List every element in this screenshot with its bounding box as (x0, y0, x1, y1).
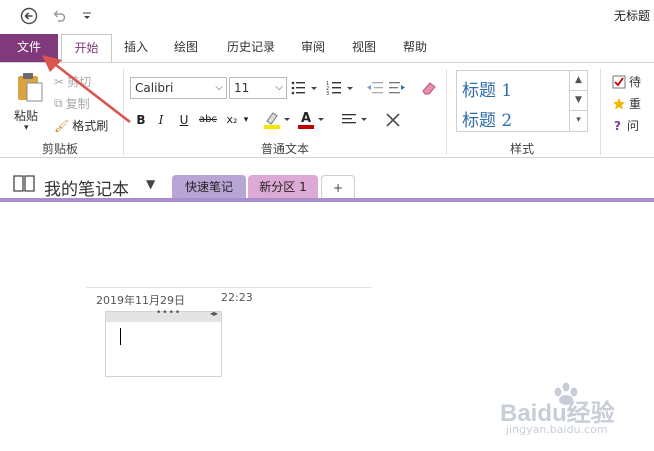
style-heading-2[interactable]: 标题 2 (462, 106, 512, 131)
tab-draw[interactable]: 绘图 (168, 34, 204, 62)
star-icon (613, 97, 625, 109)
tag-question-label: 问 (626, 119, 639, 133)
delete-button[interactable] (383, 110, 403, 130)
clear-formatting-button[interactable] (420, 79, 438, 97)
numbering-button[interactable]: 1 2 3 (326, 79, 356, 97)
tag-important[interactable]: 重 (612, 95, 641, 112)
font-size-value: 11 (234, 81, 250, 95)
font-name-value: Calibri (135, 81, 174, 95)
underline-button[interactable]: U (176, 111, 192, 129)
tab-history[interactable]: 历史记录 (220, 34, 282, 62)
window-title: 无标题 (613, 9, 650, 23)
font-color-button[interactable]: A (296, 109, 326, 131)
subscript-button[interactable]: x₂ (223, 111, 241, 129)
highlighter-icon (264, 112, 290, 129)
note-container[interactable]: •••• ◂▸ (105, 308, 222, 377)
annotation-arrow (42, 55, 131, 124)
highlight-button[interactable] (262, 109, 292, 131)
chevron-down-icon: ⌵ (275, 82, 283, 93)
gallery-scroll: ▲ ▼ ▾ (569, 71, 587, 131)
notebook-name[interactable]: 我的笔记本 (44, 175, 129, 200)
styles-group-label: 样式 (509, 142, 534, 156)
decrease-indent-button[interactable] (366, 79, 384, 97)
outdent-icon (367, 82, 383, 94)
tag-todo-label: 待 (629, 75, 642, 89)
chevron-down-icon[interactable]: ▼ (146, 177, 155, 191)
increase-indent-button[interactable] (388, 79, 406, 97)
title-bar: 无标题 (0, 0, 654, 32)
undo-icon (53, 10, 66, 22)
group-divider (600, 69, 601, 155)
style-heading-1[interactable]: 标题 1 (462, 76, 512, 101)
chevron-down-icon: ⌵ (215, 82, 223, 93)
numbered-list-icon: 1 2 3 (326, 81, 353, 97)
font-size-combo[interactable]: 11 ⌵ (229, 77, 287, 99)
baidu-watermark: Baidu经验 jingyan.baidu.com (498, 378, 648, 448)
svg-text:3: 3 (326, 91, 329, 97)
chevron-down-icon (83, 12, 91, 19)
watermark-url: jingyan.baidu.com (506, 423, 608, 436)
strikethrough-button[interactable]: abc (196, 111, 220, 129)
font-color-icon: A (298, 111, 324, 129)
more-icon[interactable]: ▾ (570, 111, 587, 131)
align-button[interactable] (340, 109, 370, 131)
align-left-icon (342, 114, 367, 124)
bullet-list-icon (291, 81, 317, 95)
tag-important-label: 重 (629, 97, 642, 111)
page-title-line[interactable] (86, 287, 372, 288)
customize-toolbar-button[interactable] (76, 6, 98, 26)
group-divider (446, 69, 447, 155)
svg-text:A: A (301, 111, 311, 126)
eraser-icon (422, 82, 436, 95)
checkbox-icon (612, 75, 626, 88)
undo-button[interactable] (48, 6, 70, 26)
back-button[interactable] (18, 6, 40, 26)
tag-question[interactable]: ? 问 (614, 117, 639, 134)
text-cursor (120, 328, 121, 345)
font-name-combo[interactable]: Calibri ⌵ (130, 77, 227, 99)
basic-text-group-label: 普通文本 (260, 142, 309, 156)
section-color-line (0, 198, 654, 202)
question-icon: ? (614, 118, 621, 133)
onenote-window: 无标题 文件 开始 插入 绘图 历史记录 审阅 视图 帮助 粘贴 ▾ ✂ 剪切 … (0, 0, 654, 451)
page-date: 2019年11月29日 (96, 294, 185, 307)
bullets-button[interactable] (290, 79, 320, 97)
tag-todo[interactable]: 待 (612, 73, 641, 90)
close-icon (386, 113, 400, 127)
page-time: 22:23 (221, 291, 253, 304)
italic-button[interactable]: I (153, 111, 169, 129)
grip-dots-icon: •••• (156, 308, 182, 318)
chevron-down-icon: ▾ (24, 123, 29, 133)
clipboard-group-label: 剪贴板 (41, 142, 78, 156)
scroll-up-icon[interactable]: ▲ (570, 71, 587, 91)
back-arrow-icon (20, 7, 38, 25)
tab-view[interactable]: 视图 (346, 34, 382, 62)
tab-help[interactable]: 帮助 (397, 34, 433, 62)
styles-gallery[interactable]: 标题 1 标题 2 ▲ ▼ ▾ (456, 70, 588, 132)
indent-icon (389, 82, 405, 94)
resize-icon[interactable]: ◂▸ (210, 309, 218, 318)
notebook-icon (13, 175, 35, 192)
scroll-down-icon[interactable]: ▼ (570, 91, 587, 111)
note-drag-handle[interactable]: •••• ◂▸ (106, 308, 221, 322)
chevron-down-icon[interactable]: ▾ (241, 111, 251, 129)
tab-review[interactable]: 审阅 (295, 34, 331, 62)
